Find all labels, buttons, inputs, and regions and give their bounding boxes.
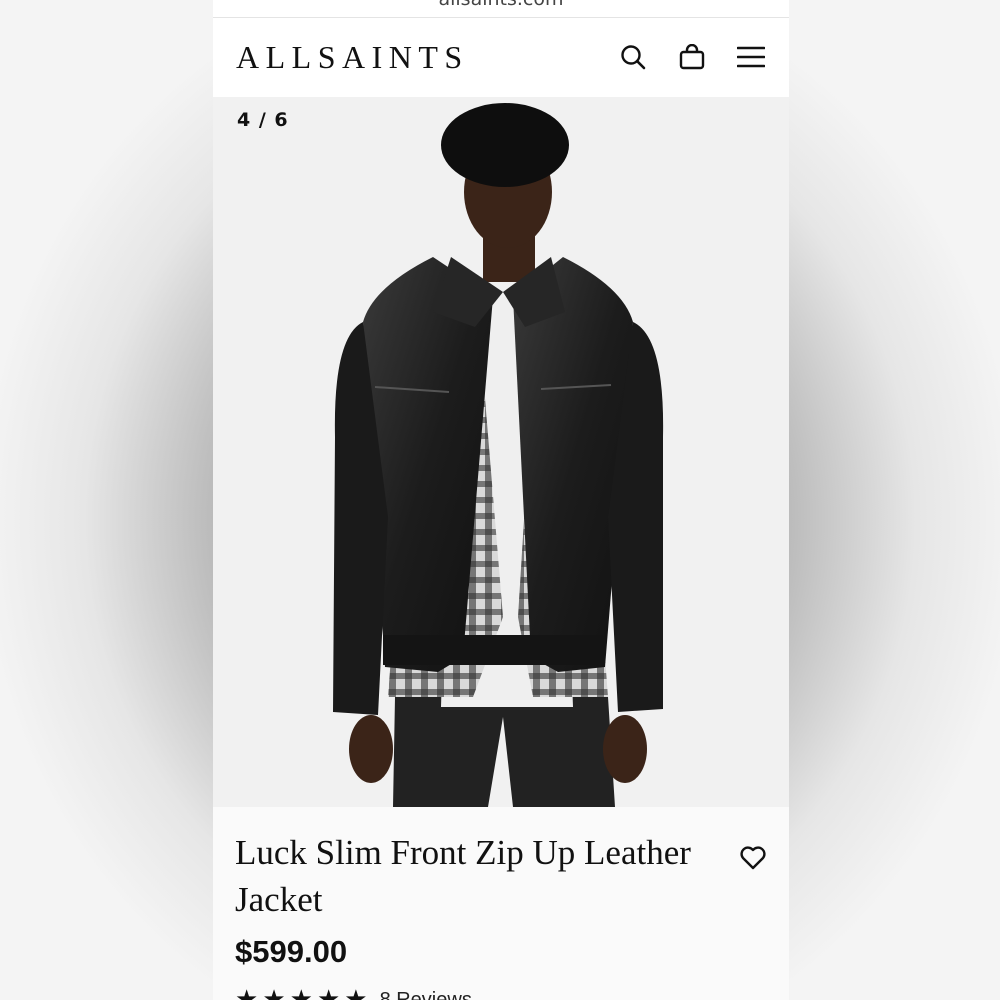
image-counter: 4 / 6 xyxy=(237,109,289,131)
site-header: ALLSAINTS xyxy=(213,18,789,97)
mobile-page: allsaints.com ALLSAINTS xyxy=(213,0,789,1000)
product-info: Luck Slim Front Zip Up Leather Jacket $5… xyxy=(213,807,789,1000)
star-icon: ★ xyxy=(316,985,341,1000)
brand-logo[interactable]: ALLSAINTS xyxy=(236,38,469,76)
product-image[interactable]: 4 / 6 xyxy=(213,97,789,807)
bag-icon[interactable] xyxy=(677,42,707,72)
star-icon: ★ xyxy=(235,985,259,1000)
star-icon: ★ xyxy=(262,985,286,1000)
star-icon: ★ xyxy=(344,985,368,1000)
reviews-link[interactable]: 8 Reviews xyxy=(380,989,472,1000)
url-text[interactable]: allsaints.com xyxy=(213,0,789,10)
product-price: $599.00 xyxy=(235,934,348,969)
search-icon[interactable] xyxy=(618,42,648,72)
browser-address-bar[interactable]: allsaints.com xyxy=(213,0,789,18)
menu-icon[interactable] xyxy=(736,42,766,72)
product-title: Luck Slim Front Zip Up Leather Jacket xyxy=(235,833,691,919)
wishlist-heart-icon[interactable] xyxy=(736,841,770,875)
model-photo xyxy=(333,103,664,807)
star-icon: ★ xyxy=(289,985,313,1000)
rating-stars[interactable]: ★ ★ ★ ★ ★ 8 Reviews xyxy=(235,987,472,1000)
